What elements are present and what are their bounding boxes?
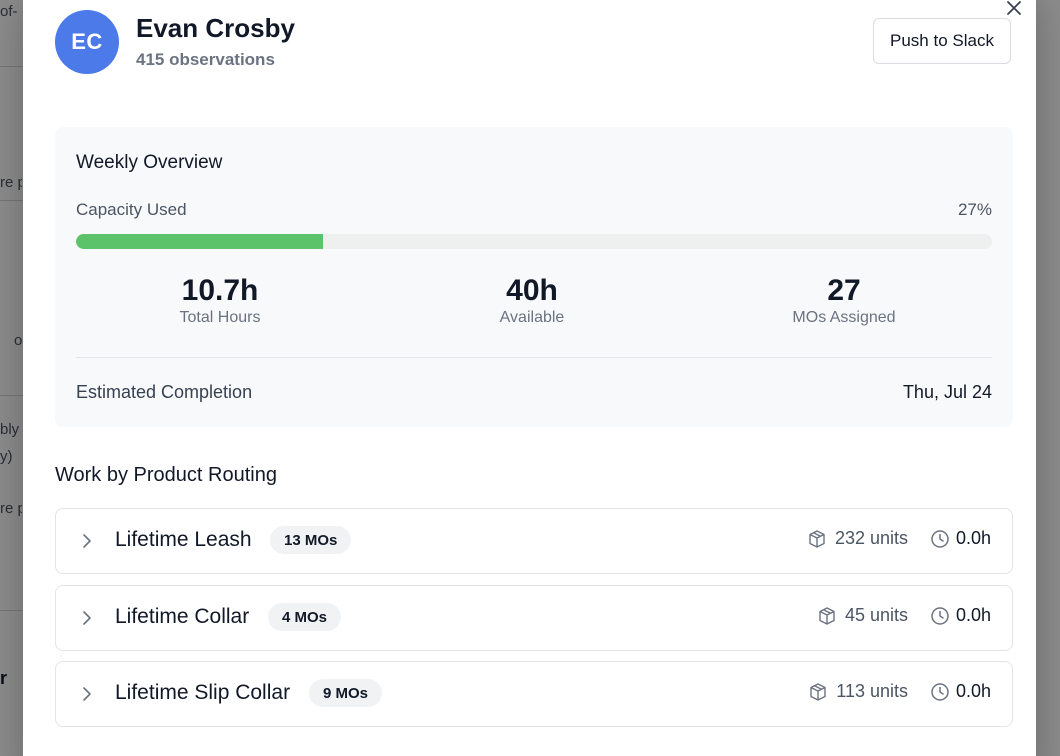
clock-icon bbox=[931, 529, 949, 548]
avatar: EC bbox=[55, 10, 119, 74]
capacity-progress-fill bbox=[76, 234, 324, 249]
estimated-completion-label: Estimated Completion bbox=[76, 382, 253, 402]
hours-count: 0.0h bbox=[930, 528, 991, 549]
hours-count: 0.0h bbox=[930, 681, 991, 702]
hours-text: 0.0h bbox=[955, 605, 991, 625]
hours-text: 0.0h bbox=[955, 528, 991, 548]
close-icon bbox=[1007, 1, 1021, 15]
capacity-percent: 27% bbox=[957, 200, 992, 219]
stat-label: Available bbox=[499, 309, 565, 326]
stat-mos-assigned: 27 MOs Assigned bbox=[724, 274, 964, 327]
units-text: 232 units bbox=[834, 528, 908, 548]
units-count: 113 units bbox=[808, 681, 908, 702]
user-name: Evan Crosby bbox=[136, 13, 295, 43]
units-count: 45 units bbox=[817, 605, 908, 626]
hours-text: 0.0h bbox=[955, 681, 991, 701]
capacity-label: Capacity Used bbox=[76, 200, 187, 219]
clock-icon bbox=[931, 606, 949, 625]
mo-count-badge: 4 MOs bbox=[268, 603, 342, 631]
routing-row-lifetime-collar[interactable]: Lifetime Collar 4 MOs 45 units 0.0h bbox=[55, 585, 1013, 651]
units-text: 113 units bbox=[836, 681, 908, 701]
hours-count: 0.0h bbox=[930, 605, 991, 626]
mo-count-badge: 13 MOs bbox=[270, 526, 352, 554]
mo-count-badge: 9 MOs bbox=[309, 679, 383, 707]
routing-row-lifetime-leash[interactable]: Lifetime Leash 13 MOs 232 units 0.0h bbox=[55, 508, 1013, 574]
units-count: 232 units bbox=[807, 528, 908, 549]
chevron-right-icon bbox=[83, 534, 91, 548]
close-button[interactable] bbox=[1002, 0, 1026, 20]
routing-name: Lifetime Leash bbox=[115, 528, 252, 551]
routing-name: Lifetime Slip Collar bbox=[115, 681, 291, 704]
stat-label: Total Hours bbox=[179, 309, 261, 326]
overview-divider bbox=[76, 357, 992, 358]
chevron-right-icon bbox=[83, 687, 91, 701]
observation-count: 415 observations bbox=[136, 50, 275, 69]
package-icon bbox=[810, 682, 826, 701]
stat-value: 27 bbox=[827, 274, 861, 307]
stat-label: MOs Assigned bbox=[792, 309, 896, 326]
user-detail-modal: EC Evan Crosby 415 observations Push to … bbox=[23, 0, 1036, 756]
stat-value: 10.7h bbox=[181, 274, 259, 307]
avatar-initials: EC bbox=[71, 29, 103, 54]
clock-icon bbox=[931, 682, 949, 701]
estimated-completion-date: Thu, Jul 24 bbox=[902, 382, 992, 402]
chevron-right-icon bbox=[83, 611, 91, 625]
routing-name: Lifetime Collar bbox=[115, 605, 250, 628]
overview-title: Weekly Overview bbox=[76, 152, 223, 173]
routing-section-title: Work by Product Routing bbox=[55, 464, 277, 486]
weekly-overview-card: Weekly Overview Capacity Used 27% 10.7h … bbox=[55, 127, 1013, 427]
package-icon bbox=[809, 529, 825, 548]
capacity-progress-bar bbox=[76, 234, 992, 249]
stat-total-hours: 10.7h Total Hours bbox=[100, 274, 340, 327]
stat-available: 40h Available bbox=[412, 274, 652, 327]
routing-row-lifetime-slip-collar[interactable]: Lifetime Slip Collar 9 MOs 113 units 0.0… bbox=[55, 661, 1013, 727]
package-icon bbox=[819, 606, 835, 625]
stat-value: 40h bbox=[506, 274, 558, 307]
push-to-slack-button[interactable]: Push to Slack bbox=[873, 18, 1011, 64]
units-text: 45 units bbox=[844, 605, 908, 625]
